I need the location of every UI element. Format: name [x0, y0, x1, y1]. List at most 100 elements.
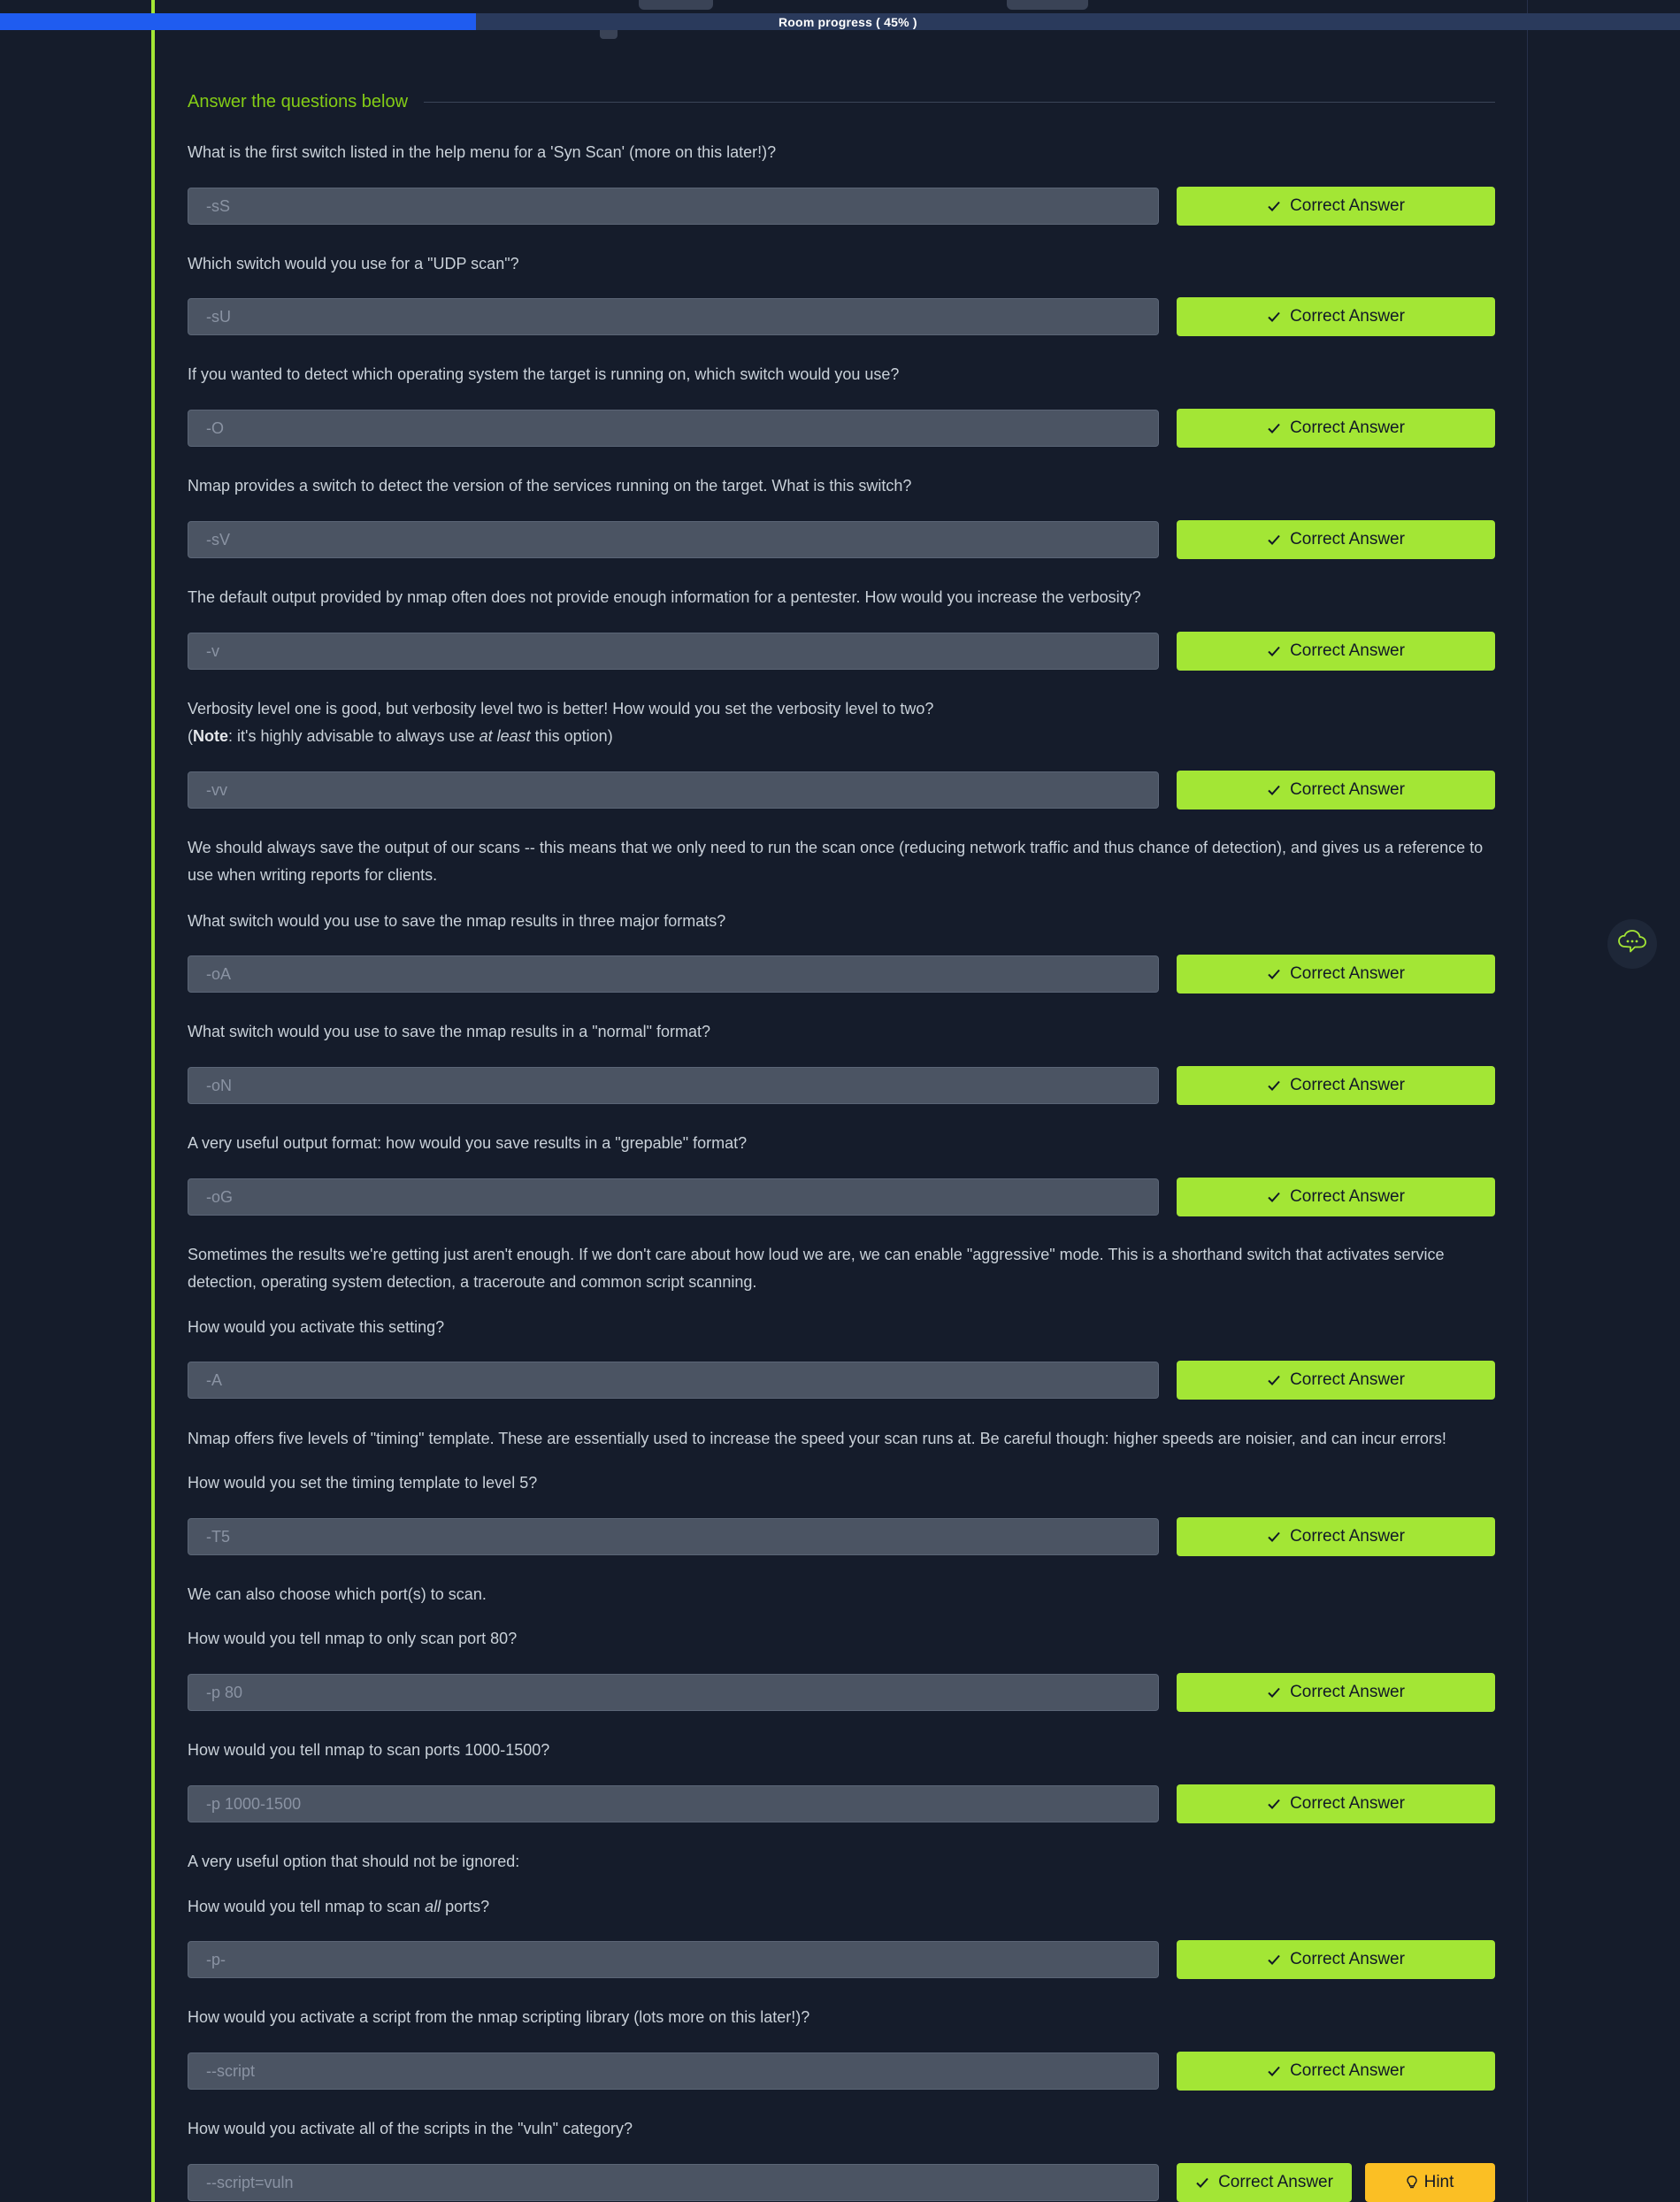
check-icon: [1267, 968, 1281, 980]
answer-field[interactable]: -A: [188, 1362, 1159, 1399]
check-icon: [1267, 422, 1281, 434]
room-progress-fill: [0, 13, 477, 30]
hint-button[interactable]: Hint: [1365, 2163, 1495, 2202]
correct-answer-button[interactable]: Correct Answer: [1177, 297, 1495, 336]
check-icon: [1267, 784, 1281, 796]
correct-answer-button[interactable]: Correct Answer: [1177, 771, 1495, 809]
correct-answer-button[interactable]: Correct Answer: [1177, 1784, 1495, 1823]
correct-answer-button[interactable]: Correct Answer: [1177, 409, 1495, 448]
check-icon: [1267, 645, 1281, 657]
answer-field[interactable]: -oN: [188, 1067, 1159, 1104]
question-text: How would you set the timing template to…: [188, 1474, 538, 1492]
answer-field[interactable]: -p 80: [188, 1674, 1159, 1711]
correct-answer-label: Correct Answer: [1290, 2061, 1405, 2080]
check-icon: [1267, 1191, 1281, 1203]
correct-answer-button[interactable]: Correct Answer: [1177, 187, 1495, 226]
emphasis-text: all: [425, 1898, 441, 1915]
chat-assistant-button[interactable]: [1607, 919, 1657, 969]
correct-answer-label: Correct Answer: [1290, 1370, 1405, 1389]
emphasis-text: at least: [479, 727, 531, 745]
question-intro: Sometimes the results we're getting just…: [188, 1246, 1445, 1291]
correct-answer-label: Correct Answer: [1290, 418, 1405, 437]
question-intro: We can also choose which port(s) to scan…: [188, 1585, 487, 1603]
answer-field[interactable]: -vv: [188, 771, 1159, 809]
question-intro: We should always save the output of our …: [188, 839, 1484, 884]
room-progress-bar: Room progress ( 45% ): [0, 13, 1680, 30]
answer-field[interactable]: -O: [188, 410, 1159, 447]
correct-answer-label: Correct Answer: [1290, 641, 1405, 660]
question-text: Verbosity level one is good, but verbosi…: [188, 700, 934, 717]
room-progress-label: Room progress ( 45% ): [779, 15, 917, 29]
correct-answer-button[interactable]: Correct Answer: [1177, 2052, 1495, 2091]
check-icon: [1267, 2065, 1281, 2077]
check-icon: [1267, 311, 1281, 323]
correct-answer-button[interactable]: Correct Answer: [1177, 1673, 1495, 1712]
answer-field[interactable]: -v: [188, 633, 1159, 670]
hint-label: Hint: [1423, 2173, 1454, 2191]
question-text: What is the first switch listed in the h…: [188, 143, 777, 161]
correct-answer-button[interactable]: Correct Answer: [1177, 955, 1495, 994]
correct-answer-label: Correct Answer: [1290, 780, 1405, 799]
check-icon: [1267, 1531, 1281, 1543]
correct-answer-label: Correct Answer: [1290, 1683, 1405, 1701]
correct-answer-label: Correct Answer: [1290, 307, 1405, 326]
question-text: How would you tell nmap to scan all port…: [188, 1898, 490, 1915]
chat-bot-icon: [1617, 929, 1647, 960]
correct-answer-button[interactable]: Correct Answer: [1177, 1178, 1495, 1216]
correct-answer-button[interactable]: Correct Answer: [1177, 1361, 1495, 1400]
answer-questions-header: Answer the questions below: [188, 88, 1495, 115]
correct-answer-button[interactable]: Correct Answer: [1177, 1940, 1495, 1979]
answer-field[interactable]: --script=vuln: [188, 2164, 1159, 2201]
task-accent-rail: [151, 0, 155, 2202]
question-note: (Note: it's highly advisable to always u…: [188, 727, 613, 745]
note-label: Note: [193, 727, 228, 745]
correct-answer-label: Correct Answer: [1290, 196, 1405, 215]
correct-answer-label: Correct Answer: [1218, 2173, 1333, 2191]
answer-field[interactable]: -p-: [188, 1941, 1159, 1978]
check-icon: [1195, 2176, 1209, 2189]
correct-answer-label: Correct Answer: [1290, 1794, 1405, 1813]
question-intro: A very useful option that should not be …: [188, 1853, 520, 1870]
correct-answer-label: Correct Answer: [1290, 530, 1405, 549]
answer-field[interactable]: -oG: [188, 1178, 1159, 1216]
lightbulb-icon: [1406, 2175, 1417, 2190]
check-icon: [1267, 1374, 1281, 1386]
check-icon: [1267, 533, 1281, 546]
answer-field[interactable]: -sU: [188, 298, 1159, 335]
question-text: What switch would you use to save the nm…: [188, 912, 726, 930]
answer-field[interactable]: -T5: [188, 1518, 1159, 1555]
correct-answer-label: Correct Answer: [1290, 964, 1405, 983]
question-text: If you wanted to detect which operating …: [188, 365, 900, 383]
correct-answer-label: Correct Answer: [1290, 1950, 1405, 1968]
correct-answer-button[interactable]: Correct Answer: [1177, 1066, 1495, 1105]
correct-answer-button[interactable]: Correct Answer: [1177, 1517, 1495, 1556]
question-text: How would you tell nmap to scan ports 10…: [188, 1741, 550, 1759]
question-text: Nmap provides a switch to detect the ver…: [188, 477, 912, 495]
question-text: The default output provided by nmap ofte…: [188, 588, 1141, 606]
question-text: What switch would you use to save the nm…: [188, 1023, 711, 1040]
answer-field[interactable]: -p 1000-1500: [188, 1785, 1159, 1822]
answer-questions-title: Answer the questions below: [188, 91, 409, 111]
question-text: How would you activate a script from the…: [188, 2008, 810, 2026]
correct-answer-button[interactable]: Correct Answer: [1177, 632, 1495, 671]
header-divider: [424, 101, 1495, 103]
correct-answer-label: Correct Answer: [1290, 1076, 1405, 1094]
cropped-code-chip: [639, 0, 713, 10]
question-intro: Nmap offers five levels of "timing" temp…: [188, 1430, 1446, 1447]
answer-field[interactable]: -oA: [188, 955, 1159, 993]
question-text: How would you activate all of the script…: [188, 2120, 633, 2137]
check-icon: [1267, 1798, 1281, 1810]
correct-answer-button[interactable]: Correct Answer: [1177, 520, 1495, 559]
question-text: How would you activate this setting?: [188, 1318, 445, 1336]
question-text: Which switch would you use for a "UDP sc…: [188, 255, 519, 272]
check-icon: [1267, 1686, 1281, 1699]
correct-answer-label: Correct Answer: [1290, 1187, 1405, 1206]
answer-field[interactable]: --script: [188, 2052, 1159, 2090]
cropped-code-chip: [1007, 0, 1088, 10]
check-icon: [1267, 200, 1281, 212]
question-text: A very useful output format: how would y…: [188, 1134, 748, 1152]
correct-answer-button[interactable]: Correct Answer: [1177, 2163, 1352, 2202]
check-icon: [1267, 1079, 1281, 1092]
answer-field[interactable]: -sV: [188, 521, 1159, 558]
answer-field[interactable]: -sS: [188, 188, 1159, 225]
